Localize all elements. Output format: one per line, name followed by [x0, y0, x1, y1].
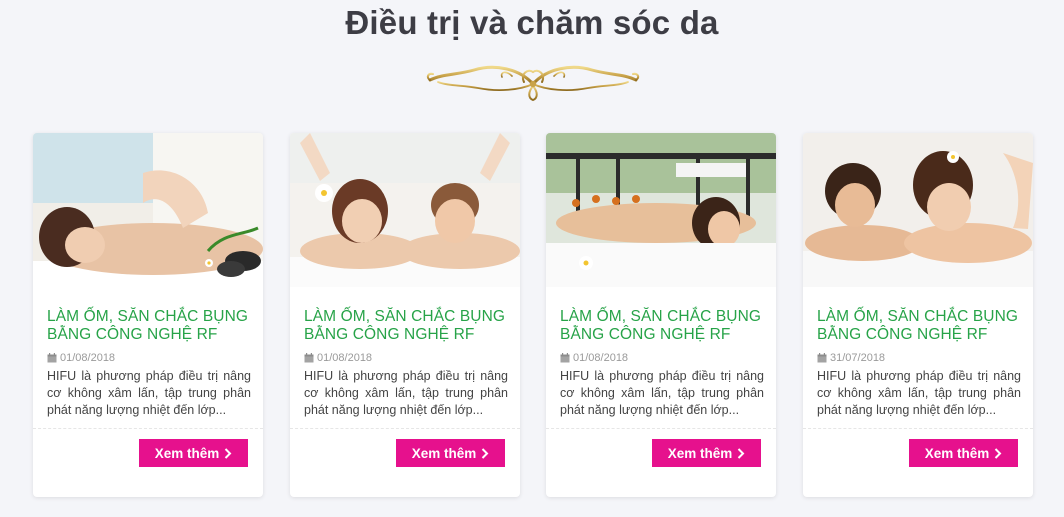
- card-date: 31/07/2018: [817, 352, 885, 364]
- card-date-text: 01/08/2018: [60, 352, 116, 364]
- card-date: 01/08/2018: [560, 352, 628, 364]
- card-title[interactable]: LÀM ỐM, SĂN CHẮC BỤNG BẰNG CÔNG NGHỆ RF: [304, 308, 510, 344]
- read-more-button[interactable]: Xem thêm: [396, 439, 505, 467]
- card-title[interactable]: LÀM ỐM, SĂN CHẮC BỤNG BẰNG CÔNG NGHỆ RF: [47, 308, 253, 344]
- card-divider: [290, 428, 520, 429]
- card-title[interactable]: LÀM ỐM, SĂN CHẮC BỤNG BẰNG CÔNG NGHỆ RF: [560, 308, 766, 344]
- read-more-button[interactable]: Xem thêm: [139, 439, 248, 467]
- card-excerpt: HIFU là phương pháp điều trị nâng cơ khô…: [47, 369, 251, 417]
- section-title: Điều trị và chăm sóc da: [345, 4, 719, 41]
- calendar-icon: [304, 353, 314, 363]
- chevron-right-icon: [738, 447, 745, 459]
- spa-couple-photo[interactable]: [290, 133, 520, 287]
- card-excerpt: HIFU là phương pháp điều trị nâng cơ khô…: [817, 369, 1021, 417]
- card-date-text: 01/08/2018: [317, 352, 373, 364]
- read-more-button[interactable]: Xem thêm: [652, 439, 761, 467]
- calendar-icon: [47, 353, 57, 363]
- read-more-label: Xem thêm: [154, 445, 220, 461]
- article-card[interactable]: LÀM ỐM, SĂN CHẮC BỤNG BẰNG CÔNG NGHỆ RF …: [33, 133, 263, 497]
- spa-hot-stone-photo[interactable]: [546, 133, 776, 287]
- chevron-right-icon: [225, 447, 232, 459]
- calendar-icon: [817, 353, 827, 363]
- read-more-label: Xem thêm: [924, 445, 990, 461]
- article-card[interactable]: LÀM ỐM, SĂN CHẮC BỤNG BẰNG CÔNG NGHỆ RF …: [803, 133, 1033, 497]
- card-date: 01/08/2018: [47, 352, 115, 364]
- card-excerpt: HIFU là phương pháp điều trị nâng cơ khô…: [560, 369, 764, 417]
- read-more-button[interactable]: Xem thêm: [909, 439, 1018, 467]
- chevron-right-icon: [995, 447, 1002, 459]
- card-divider: [546, 428, 776, 429]
- card-excerpt: HIFU là phương pháp điều trị nâng cơ khô…: [304, 369, 508, 417]
- card-title[interactable]: LÀM ỐM, SĂN CHẮC BỤNG BẰNG CÔNG NGHỆ RF: [817, 308, 1023, 344]
- spa-couple-relax-photo[interactable]: [803, 133, 1033, 287]
- chevron-right-icon: [482, 447, 489, 459]
- spa-massage-photo[interactable]: [33, 133, 263, 287]
- article-card[interactable]: LÀM ỐM, SĂN CHẮC BỤNG BẰNG CÔNG NGHỆ RF …: [290, 133, 520, 497]
- gold-flourish-divider-icon: [426, 65, 640, 102]
- read-more-label: Xem thêm: [411, 445, 477, 461]
- read-more-label: Xem thêm: [667, 445, 733, 461]
- calendar-icon: [560, 353, 570, 363]
- article-card[interactable]: LÀM ỐM, SĂN CHẮC BỤNG BẰNG CÔNG NGHỆ RF …: [546, 133, 776, 497]
- card-date: 01/08/2018: [304, 352, 372, 364]
- card-divider: [803, 428, 1033, 429]
- card-divider: [33, 428, 263, 429]
- card-date-text: 01/08/2018: [573, 352, 629, 364]
- card-date-text: 31/07/2018: [830, 352, 886, 364]
